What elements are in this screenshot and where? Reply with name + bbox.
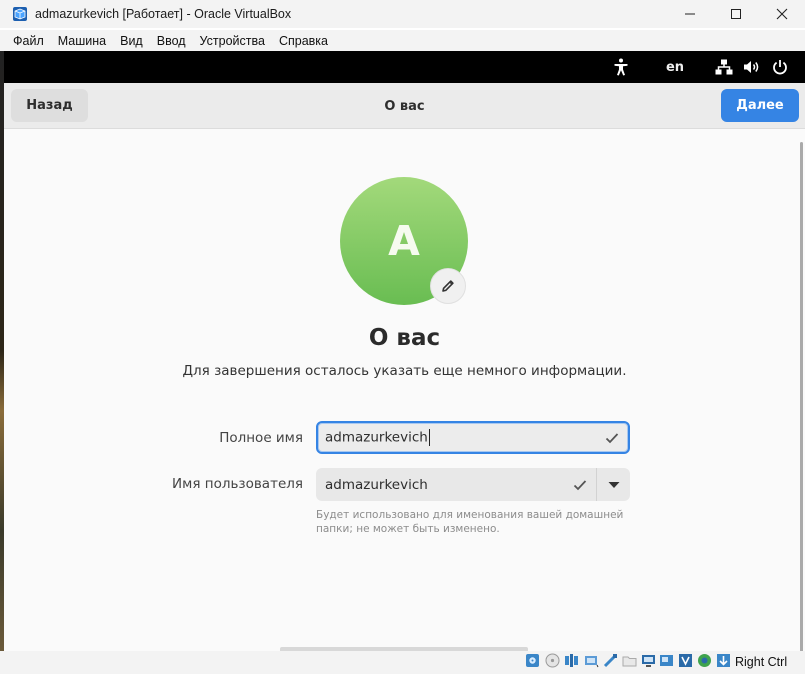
- virtualbox-icon: [13, 7, 27, 21]
- maximize-icon: [731, 9, 741, 19]
- back-button[interactable]: Назад: [11, 89, 88, 122]
- volume-icon: [744, 61, 759, 73]
- menu-view[interactable]: Вид: [113, 34, 150, 48]
- network-icon: [715, 59, 733, 75]
- volume-menu[interactable]: [741, 51, 763, 83]
- check-icon: [573, 479, 587, 490]
- menu-help[interactable]: Справка: [272, 34, 335, 48]
- host-key-label: Right Ctrl: [735, 655, 788, 669]
- headerbar: О вас Назад Далее: [4, 83, 805, 129]
- menu-devices[interactable]: Устройства: [193, 34, 272, 48]
- menu-input[interactable]: Ввод: [150, 34, 193, 48]
- menu-machine[interactable]: Машина: [51, 34, 113, 48]
- full-name-field[interactable]: admazurkevich: [316, 421, 630, 454]
- main-content: A О вас Для завершения осталось указать …: [4, 130, 805, 651]
- full-name-label: Полное имя: [219, 430, 303, 446]
- display-icon[interactable]: [641, 653, 656, 668]
- avatar-edit-button[interactable]: [430, 268, 466, 304]
- gnome-top-bar: en: [4, 51, 805, 83]
- usb-icon[interactable]: [603, 653, 618, 668]
- minimize-button[interactable]: [667, 0, 713, 28]
- pencil-icon: [442, 280, 454, 292]
- shared-folder-icon[interactable]: [622, 653, 637, 668]
- minimize-icon: [685, 13, 695, 15]
- audio-icon[interactable]: [564, 653, 579, 668]
- power-icon: [773, 60, 787, 75]
- avatar-letter: A: [388, 217, 420, 265]
- hard-disk-icon[interactable]: [525, 653, 540, 668]
- guest-additions-icon[interactable]: [697, 653, 712, 668]
- keyboard-language[interactable]: en: [660, 51, 690, 83]
- power-menu[interactable]: [769, 51, 791, 83]
- next-button[interactable]: Далее: [721, 89, 799, 122]
- page-title: О вас: [368, 325, 441, 351]
- username-dropdown-button[interactable]: [596, 468, 630, 501]
- menu-file[interactable]: Файл: [6, 34, 51, 48]
- headerbar-title: О вас: [384, 98, 425, 114]
- maximize-button[interactable]: [713, 0, 759, 28]
- network-menu[interactable]: [713, 51, 735, 83]
- virtualization-icon[interactable]: [678, 653, 693, 668]
- close-icon: [776, 8, 788, 20]
- chevron-down-icon: [608, 481, 619, 488]
- check-icon: [605, 432, 619, 443]
- username-value: admazurkevich: [325, 476, 428, 493]
- page-subtitle: Для завершения осталось указать еще немн…: [182, 363, 627, 379]
- network-adapter-icon[interactable]: [584, 653, 599, 668]
- vm-screen[interactable]: en О вас Назад Далее A О вас Для заверше…: [4, 51, 805, 651]
- accessibility-icon: [614, 58, 628, 76]
- menubar: Файл Машина Вид Ввод Устройства Справка: [0, 30, 805, 51]
- full-name-value: admazurkevich: [325, 429, 430, 446]
- window-title: admazurkevich [Работает] - Oracle Virtua…: [35, 7, 292, 21]
- optical-drive-icon[interactable]: [545, 653, 560, 668]
- screen-recording-icon[interactable]: [659, 653, 674, 668]
- accessibility-menu[interactable]: [610, 51, 632, 83]
- keyboard-capture-icon[interactable]: [716, 653, 731, 668]
- username-combo[interactable]: admazurkevich: [316, 468, 630, 501]
- username-hint: Будет использовано для именования вашей …: [316, 509, 624, 535]
- scrollbar[interactable]: [800, 142, 803, 651]
- username-label: Имя пользователя: [172, 476, 303, 492]
- close-button[interactable]: [759, 0, 805, 28]
